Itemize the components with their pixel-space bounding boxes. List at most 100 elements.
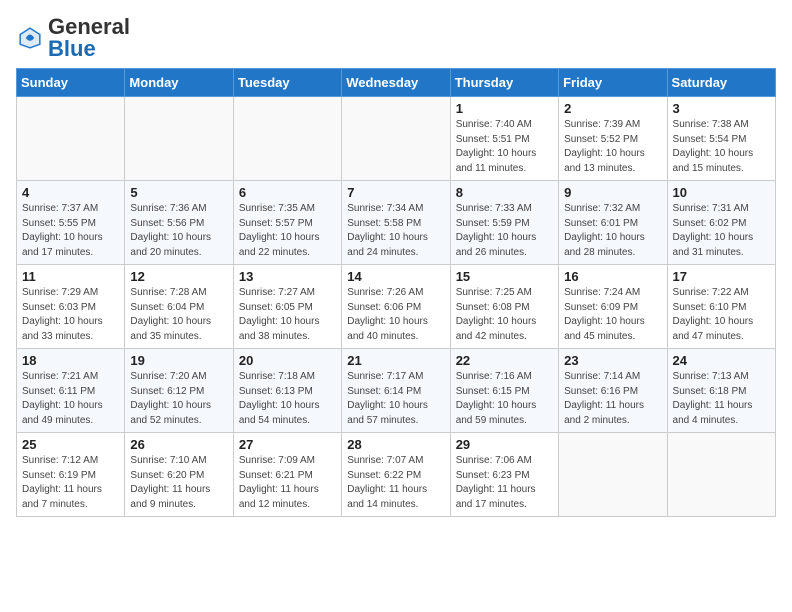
day-info: Sunrise: 7:27 AM Sunset: 6:05 PM Dayligh…	[239, 286, 336, 344]
day-info: Sunrise: 7:25 AM Sunset: 6:08 PM Dayligh…	[456, 286, 553, 344]
calendar-cell: 18 Sunrise: 7:21 AM Sunset: 6:11 PM Dayli…	[17, 349, 125, 433]
calendar-cell: 1 Sunrise: 7:40 AM Sunset: 5:51 PM Daylig…	[450, 97, 558, 181]
day-info: Sunrise: 7:31 AM Sunset: 6:02 PM Dayligh…	[673, 202, 770, 260]
day-header-saturday: Saturday	[667, 69, 775, 97]
logo-text: General Blue	[48, 16, 130, 60]
day-number: 2	[564, 101, 661, 116]
calendar-cell: 13 Sunrise: 7:27 AM Sunset: 6:05 PM Dayli…	[233, 265, 341, 349]
day-info: Sunrise: 7:36 AM Sunset: 5:56 PM Dayligh…	[130, 202, 227, 260]
day-number: 5	[130, 185, 227, 200]
day-number: 23	[564, 353, 661, 368]
calendar-week-row: 11Sunrise: 7:29 AM Sunset: 6:03 PM Dayli…	[17, 265, 776, 349]
day-info: Sunrise: 7:34 AM Sunset: 5:58 PM Dayligh…	[347, 202, 444, 260]
day-header-tuesday: Tuesday	[233, 69, 341, 97]
day-info: Sunrise: 7:37 AM Sunset: 5:55 PM Dayligh…	[22, 202, 119, 260]
calendar-cell: 24 Sunrise: 7:13 AM Sunset: 6:18 PM Dayli…	[667, 349, 775, 433]
calendar-cell: 12 Sunrise: 7:28 AM Sunset: 6:04 PM Dayli…	[125, 265, 233, 349]
day-number: 24	[673, 353, 770, 368]
day-info: Sunrise: 7:06 AM Sunset: 6:23 PM Dayligh…	[456, 454, 553, 512]
day-number: 6	[239, 185, 336, 200]
calendar-cell: 22 Sunrise: 7:16 AM Sunset: 6:15 PM Dayli…	[450, 349, 558, 433]
calendar-cell	[17, 97, 125, 181]
page-header: General Blue	[16, 16, 776, 60]
calendar-cell: 6 Sunrise: 7:35 AM Sunset: 5:57 PM Daylig…	[233, 181, 341, 265]
day-info: Sunrise: 7:10 AM Sunset: 6:20 PM Dayligh…	[130, 454, 227, 512]
day-info: Sunrise: 7:38 AM Sunset: 5:54 PM Dayligh…	[673, 118, 770, 176]
calendar-cell: 4 Sunrise: 7:37 AM Sunset: 5:55 PM Daylig…	[17, 181, 125, 265]
calendar-week-row: 25 Sunrise: 7:12 AM Sunset: 6:19 PM Dayli…	[17, 433, 776, 517]
day-info: Sunrise: 7:17 AM Sunset: 6:14 PM Dayligh…	[347, 370, 444, 428]
calendar-week-row: 18 Sunrise: 7:21 AM Sunset: 6:11 PM Dayli…	[17, 349, 776, 433]
day-number: 1	[456, 101, 553, 116]
day-info: Sunrise: 7:26 AM Sunset: 6:06 PM Dayligh…	[347, 286, 444, 344]
day-number: 12	[130, 269, 227, 284]
calendar-cell: 26 Sunrise: 7:10 AM Sunset: 6:20 PM Dayli…	[125, 433, 233, 517]
day-number: 9	[564, 185, 661, 200]
day-info: Sunrise: 7:39 AM Sunset: 5:52 PM Dayligh…	[564, 118, 661, 176]
day-number: 27	[239, 437, 336, 452]
day-number: 4	[22, 185, 119, 200]
day-info: Sunrise: 7:28 AM Sunset: 6:04 PM Dayligh…	[130, 286, 227, 344]
day-number: 22	[456, 353, 553, 368]
day-info: Sunrise: 7:07 AM Sunset: 6:22 PM Dayligh…	[347, 454, 444, 512]
calendar-cell: 21 Sunrise: 7:17 AM Sunset: 6:14 PM Dayli…	[342, 349, 450, 433]
day-number: 3	[673, 101, 770, 116]
day-number: 19	[130, 353, 227, 368]
day-number: 29	[456, 437, 553, 452]
day-info: Sunrise: 7:20 AM Sunset: 6:12 PM Dayligh…	[130, 370, 227, 428]
day-info: Sunrise: 7:12 AM Sunset: 6:19 PM Dayligh…	[22, 454, 119, 512]
logo: General Blue	[16, 16, 130, 60]
day-header-monday: Monday	[125, 69, 233, 97]
calendar-cell: 19 Sunrise: 7:20 AM Sunset: 6:12 PM Dayli…	[125, 349, 233, 433]
day-number: 10	[673, 185, 770, 200]
calendar-cell: 7 Sunrise: 7:34 AM Sunset: 5:58 PM Daylig…	[342, 181, 450, 265]
calendar-cell: 15 Sunrise: 7:25 AM Sunset: 6:08 PM Dayli…	[450, 265, 558, 349]
day-info: Sunrise: 7:09 AM Sunset: 6:21 PM Dayligh…	[239, 454, 336, 512]
day-number: 17	[673, 269, 770, 284]
day-number: 14	[347, 269, 444, 284]
calendar-cell: 17 Sunrise: 7:22 AM Sunset: 6:10 PM Dayli…	[667, 265, 775, 349]
day-number: 20	[239, 353, 336, 368]
calendar-cell: 14 Sunrise: 7:26 AM Sunset: 6:06 PM Dayli…	[342, 265, 450, 349]
day-number: 25	[22, 437, 119, 452]
calendar-cell: 16 Sunrise: 7:24 AM Sunset: 6:09 PM Dayli…	[559, 265, 667, 349]
calendar-week-row: 1 Sunrise: 7:40 AM Sunset: 5:51 PM Daylig…	[17, 97, 776, 181]
calendar-cell: 9 Sunrise: 7:32 AM Sunset: 6:01 PM Daylig…	[559, 181, 667, 265]
calendar-cell	[342, 97, 450, 181]
day-info: Sunrise: 7:16 AM Sunset: 6:15 PM Dayligh…	[456, 370, 553, 428]
day-number: 11	[22, 269, 119, 284]
day-header-friday: Friday	[559, 69, 667, 97]
calendar-week-row: 4 Sunrise: 7:37 AM Sunset: 5:55 PM Daylig…	[17, 181, 776, 265]
day-number: 21	[347, 353, 444, 368]
day-number: 7	[347, 185, 444, 200]
day-info: Sunrise: 7:21 AM Sunset: 6:11 PM Dayligh…	[22, 370, 119, 428]
calendar-cell: 3 Sunrise: 7:38 AM Sunset: 5:54 PM Daylig…	[667, 97, 775, 181]
day-number: 26	[130, 437, 227, 452]
day-number: 28	[347, 437, 444, 452]
day-header-sunday: Sunday	[17, 69, 125, 97]
day-number: 15	[456, 269, 553, 284]
day-info: Sunrise: 7:18 AM Sunset: 6:13 PM Dayligh…	[239, 370, 336, 428]
calendar-cell	[233, 97, 341, 181]
calendar-cell: 8Sunrise: 7:33 AM Sunset: 5:59 PM Daylig…	[450, 181, 558, 265]
calendar-cell: 27 Sunrise: 7:09 AM Sunset: 6:21 PM Dayli…	[233, 433, 341, 517]
calendar-cell: 25 Sunrise: 7:12 AM Sunset: 6:19 PM Dayli…	[17, 433, 125, 517]
day-info: Sunrise: 7:35 AM Sunset: 5:57 PM Dayligh…	[239, 202, 336, 260]
calendar-cell: 28 Sunrise: 7:07 AM Sunset: 6:22 PM Dayli…	[342, 433, 450, 517]
day-header-wednesday: Wednesday	[342, 69, 450, 97]
day-number: 13	[239, 269, 336, 284]
day-number: 16	[564, 269, 661, 284]
day-number: 8	[456, 185, 553, 200]
calendar-cell: 2 Sunrise: 7:39 AM Sunset: 5:52 PM Daylig…	[559, 97, 667, 181]
day-info: Sunrise: 7:13 AM Sunset: 6:18 PM Dayligh…	[673, 370, 770, 428]
day-info: Sunrise: 7:40 AM Sunset: 5:51 PM Dayligh…	[456, 118, 553, 176]
calendar-cell	[559, 433, 667, 517]
calendar-cell: 29 Sunrise: 7:06 AM Sunset: 6:23 PM Dayli…	[450, 433, 558, 517]
day-info: Sunrise: 7:22 AM Sunset: 6:10 PM Dayligh…	[673, 286, 770, 344]
logo-icon	[16, 24, 44, 52]
day-info: Sunrise: 7:24 AM Sunset: 6:09 PM Dayligh…	[564, 286, 661, 344]
day-number: 18	[22, 353, 119, 368]
day-info: Sunrise: 7:32 AM Sunset: 6:01 PM Dayligh…	[564, 202, 661, 260]
day-info: Sunrise: 7:14 AM Sunset: 6:16 PM Dayligh…	[564, 370, 661, 428]
calendar-table: SundayMondayTuesdayWednesdayThursdayFrid…	[16, 68, 776, 517]
